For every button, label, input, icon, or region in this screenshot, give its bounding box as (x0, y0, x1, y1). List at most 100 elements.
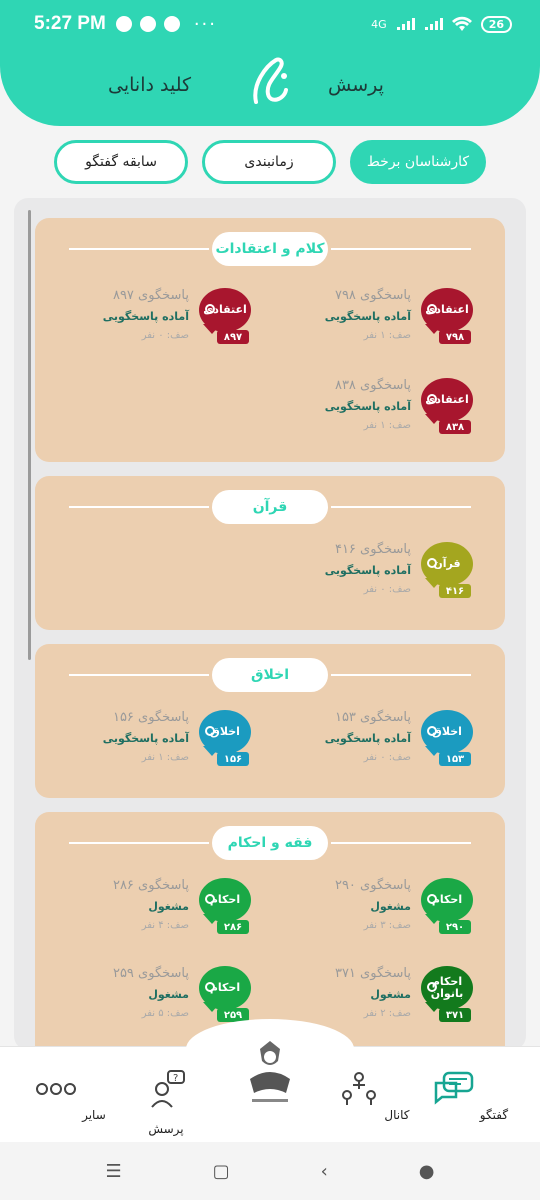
agent-card[interactable]: احکام ۲۵۹ پاسخگوی ۲۵۹ مشغول صف: ۵ نفر (41, 966, 251, 1030)
agent-name: پاسخگوی ۸۳۸ (334, 378, 411, 393)
app-header: کلید دانایی پرسش (0, 44, 540, 126)
back-icon[interactable]: ‹ (321, 1161, 328, 1182)
nav-label: سایر (82, 1108, 106, 1122)
section-title: فقه و احکام (212, 826, 328, 860)
chat-icon (434, 1071, 474, 1105)
agent-number: ۲۸۶ (217, 920, 249, 934)
agent-card[interactable]: احکام ۲۸۶ پاسخگوی ۲۸۶ مشغول صف: ۴ نفر (41, 878, 251, 942)
agent-name: پاسخگوی ۱۵۶ (112, 710, 189, 725)
agent-name: پاسخگوی ۲۸۶ (112, 878, 189, 893)
section-divider (69, 842, 209, 844)
header-link-knowledge-key[interactable]: کلید دانایی (108, 74, 191, 96)
app-logo (246, 54, 294, 112)
experts-panel: کلام و اعتقادات اعتقادی ۷۹۸ پاسخگوی ۷۹۸ … (14, 198, 526, 1050)
nav-item-channel[interactable]: کانال (333, 1069, 413, 1122)
header-link-question[interactable]: پرسش (328, 74, 384, 96)
agent-number: ۱۵۳ (439, 752, 471, 766)
agent-queue: صف: ۱ نفر (141, 752, 189, 763)
status-right: 4G 26 (371, 15, 512, 33)
agent-card[interactable]: اخلاق ۱۵۳ پاسخگوی ۱۵۳ آماده پاسخگویی صف:… (263, 710, 473, 774)
agent-card[interactable]: اخلاق ۱۵۶ پاسخگوی ۱۵۶ آماده پاسخگویی صف:… (41, 710, 251, 774)
agent-number: ۸۹۷ (217, 330, 249, 344)
app-screen: 5:27 PM ··· 4G 26 کلید دانایی پرسش سابقه… (0, 0, 540, 1200)
section-divider (331, 842, 471, 844)
agent-status: آماده پاسخگویی (102, 310, 189, 323)
nav-item-chat[interactable]: گفتگو (430, 1069, 510, 1122)
agent-status: آماده پاسخگویی (324, 310, 411, 323)
agent-avatar: احکام ۲۹۰ (421, 878, 473, 940)
agent-avatar: اعتقادی ۷۹۸ (421, 288, 473, 350)
mic-icon (205, 894, 215, 904)
mic-icon (205, 304, 215, 314)
agent-name: پاسخگوی ۲۵۹ (112, 966, 189, 981)
chat-notification-icon (115, 16, 132, 32)
nav-label: پرسش (148, 1122, 184, 1136)
mic-icon (427, 394, 437, 404)
bottom-nav: گفتگو کانال ? پرسش سایر (0, 1019, 540, 1142)
section-quran: قرآن قرآن ۴۱۶ پاسخگوی ۴۱۶ آماده پاسخگویی… (35, 476, 505, 630)
wifi-icon (451, 16, 472, 31)
section-divider (331, 674, 471, 676)
section-divider (331, 248, 471, 250)
nav-label: گفتگو (479, 1108, 509, 1122)
more-icon (36, 1083, 77, 1095)
nav-item-question[interactable]: ? پرسش (126, 1069, 206, 1136)
section-title: اخلاق (212, 658, 328, 692)
mic-icon (427, 982, 437, 992)
section-title: قرآن (212, 490, 328, 524)
network-label: 4G (371, 17, 387, 31)
tab-online-experts[interactable]: کارشناسان برخط (350, 140, 486, 184)
agent-status: مشغول (370, 988, 411, 1001)
assistant-icon[interactable]: ● (419, 1161, 435, 1182)
agent-queue: صف: ۱ نفر (363, 330, 411, 341)
section-fiqh: فقه و احکام احکام ۲۹۰ پاسخگوی ۲۹۰ مشغول … (35, 812, 505, 1050)
signal-icon-2 (424, 18, 443, 30)
section-divider (69, 248, 209, 250)
agent-avatar: اخلاق ۱۵۳ (421, 710, 473, 772)
agent-name: پاسخگوی ۱۵۳ (334, 710, 411, 725)
agent-number: ۱۵۶ (217, 752, 249, 766)
signal-icon (396, 18, 415, 30)
agent-card[interactable]: اعتقادی ۷۹۸ پاسخگوی ۷۹۸ آماده پاسخگویی ص… (263, 288, 473, 352)
center-logo-button[interactable] (244, 1039, 296, 1109)
agent-card[interactable]: احکام ۲۹۰ پاسخگوی ۲۹۰ مشغول صف: ۳ نفر (263, 878, 473, 942)
scrollbar[interactable] (28, 210, 31, 660)
agent-name: پاسخگوی ۲۹۰ (334, 878, 411, 893)
channel-icon (341, 1072, 376, 1105)
agent-status: مشغول (370, 900, 411, 913)
agent-status: آماده پاسخگویی (324, 732, 411, 745)
nav-item-more[interactable]: سایر (30, 1069, 110, 1122)
agent-queue: صف: ۵ نفر (141, 1008, 189, 1019)
notification-icons (115, 16, 180, 32)
agent-queue: صف: ۴ نفر (141, 920, 189, 931)
home-icon[interactable]: ▢ (213, 1161, 230, 1182)
agent-number: ۳۷۱ (439, 1008, 471, 1022)
mic-icon (205, 982, 215, 992)
section-kalam: کلام و اعتقادات اعتقادی ۷۹۸ پاسخگوی ۷۹۸ … (35, 218, 505, 462)
agent-avatar: قرآن ۴۱۶ (421, 542, 473, 604)
tab-chat-history[interactable]: سابقه گفتگو (54, 140, 188, 184)
agent-name: پاسخگوی ۷۹۸ (334, 288, 411, 303)
agent-card[interactable]: اعتقادی ۸۳۸ پاسخگوی ۸۳۸ آماده پاسخگویی ص… (263, 378, 473, 442)
mic-icon (427, 304, 437, 314)
agent-avatar: احکام ۲۸۶ (199, 878, 251, 940)
agent-name: پاسخگوی ۴۱۶ (334, 542, 411, 557)
tab-schedule[interactable]: زمانبندی (202, 140, 336, 184)
agent-avatar: اعتقادی ۸۹۷ (199, 288, 251, 350)
mic-icon (205, 726, 215, 736)
agent-number: ۲۹۰ (439, 920, 471, 934)
mic-icon (427, 726, 437, 736)
agent-number: ۴۱۶ (439, 584, 471, 598)
agent-avatar: اعتقادی ۸۳۸ (421, 378, 473, 440)
agent-card[interactable]: قرآن ۴۱۶ پاسخگوی ۴۱۶ آماده پاسخگویی صف: … (263, 542, 473, 606)
nav-label: کانال (384, 1108, 410, 1122)
menu-icon[interactable]: ☰ (105, 1161, 121, 1182)
agent-card[interactable]: اعتقادی ۸۹۷ پاسخگوی ۸۹۷ آماده پاسخگویی ص… (41, 288, 251, 352)
svg-text:?: ? (173, 1073, 178, 1084)
status-time: 5:27 PM (34, 13, 106, 34)
system-nav-bar: ☰ ▢ ‹ ● (0, 1142, 540, 1200)
agent-name: پاسخگوی ۳۷۱ (334, 966, 411, 981)
agent-number: ۷۹۸ (439, 330, 471, 344)
mic-icon (427, 558, 437, 568)
battery-indicator: 26 (480, 15, 512, 33)
